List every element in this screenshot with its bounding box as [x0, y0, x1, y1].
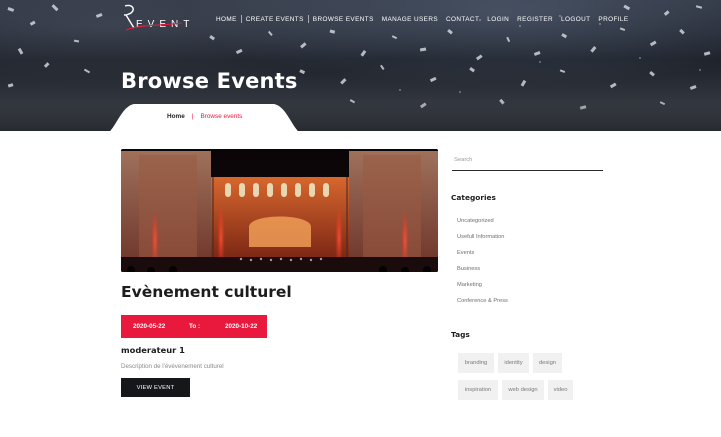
search-input[interactable] — [452, 150, 603, 171]
view-event-button[interactable]: View Event — [121, 378, 190, 397]
category-uncategorized[interactable]: Uncategorized — [457, 217, 508, 233]
breadcrumb-current: Browse events — [200, 113, 243, 120]
breadcrumb-home[interactable]: Home — [167, 113, 185, 120]
nav-profile[interactable]: Profile — [598, 16, 628, 23]
tag-web-design[interactable]: web design — [502, 380, 544, 400]
category-conference-press[interactable]: Conference & Press — [457, 297, 508, 313]
nav-login[interactable]: Login — [487, 16, 509, 23]
page-title: Browse Events — [121, 69, 298, 93]
event-logo[interactable]: EVENT — [122, 4, 192, 34]
event-description: Description de l'évévenement culturel — [121, 363, 224, 370]
event-end-date: 2020-10-22 — [225, 323, 258, 330]
concert-stage-photo[interactable] — [121, 149, 438, 272]
nav-browse-events[interactable]: Browse Events — [313, 16, 374, 23]
event-date-separator: To : — [189, 323, 201, 330]
tag-inspiration[interactable]: inspiration — [458, 380, 498, 400]
nav-divider — [307, 15, 309, 23]
nav-register[interactable]: Register — [517, 16, 553, 23]
tag-branding[interactable]: branding — [458, 353, 494, 373]
tag-video[interactable]: video — [548, 380, 573, 400]
nav-divider — [240, 15, 242, 23]
event-title[interactable]: Evènement culturel — [121, 283, 292, 301]
breadcrumb: Home | Browse events — [167, 113, 242, 120]
nav-create-events[interactable]: Create Events — [246, 16, 304, 23]
breadcrumb-separator: | — [191, 113, 194, 120]
category-useful-information[interactable]: Usefull Information — [457, 233, 508, 249]
nav-manage-users[interactable]: Manage Users — [382, 16, 438, 23]
categories-list: Uncategorized Usefull Information Events… — [457, 217, 508, 313]
main-nav: Home Create Events Browse Events Manage … — [216, 15, 629, 23]
tag-design[interactable]: design — [533, 353, 562, 373]
nav-logout[interactable]: Logout — [561, 16, 590, 23]
tags-heading: Tags — [451, 330, 470, 339]
nav-home[interactable]: Home — [216, 16, 237, 23]
categories-heading: Categories — [451, 193, 496, 202]
category-business[interactable]: Business — [457, 265, 508, 281]
tag-identity[interactable]: identity — [498, 353, 529, 373]
event-dates: 2020-05-22 To : 2020-10-22 — [121, 315, 267, 338]
category-events[interactable]: Events — [457, 249, 508, 265]
category-marketing[interactable]: Marketing — [457, 281, 508, 297]
event-moderator: moderateur 1 — [121, 345, 185, 355]
event-start-date: 2020-05-22 — [133, 323, 166, 330]
nav-contact[interactable]: Contact — [446, 16, 479, 23]
